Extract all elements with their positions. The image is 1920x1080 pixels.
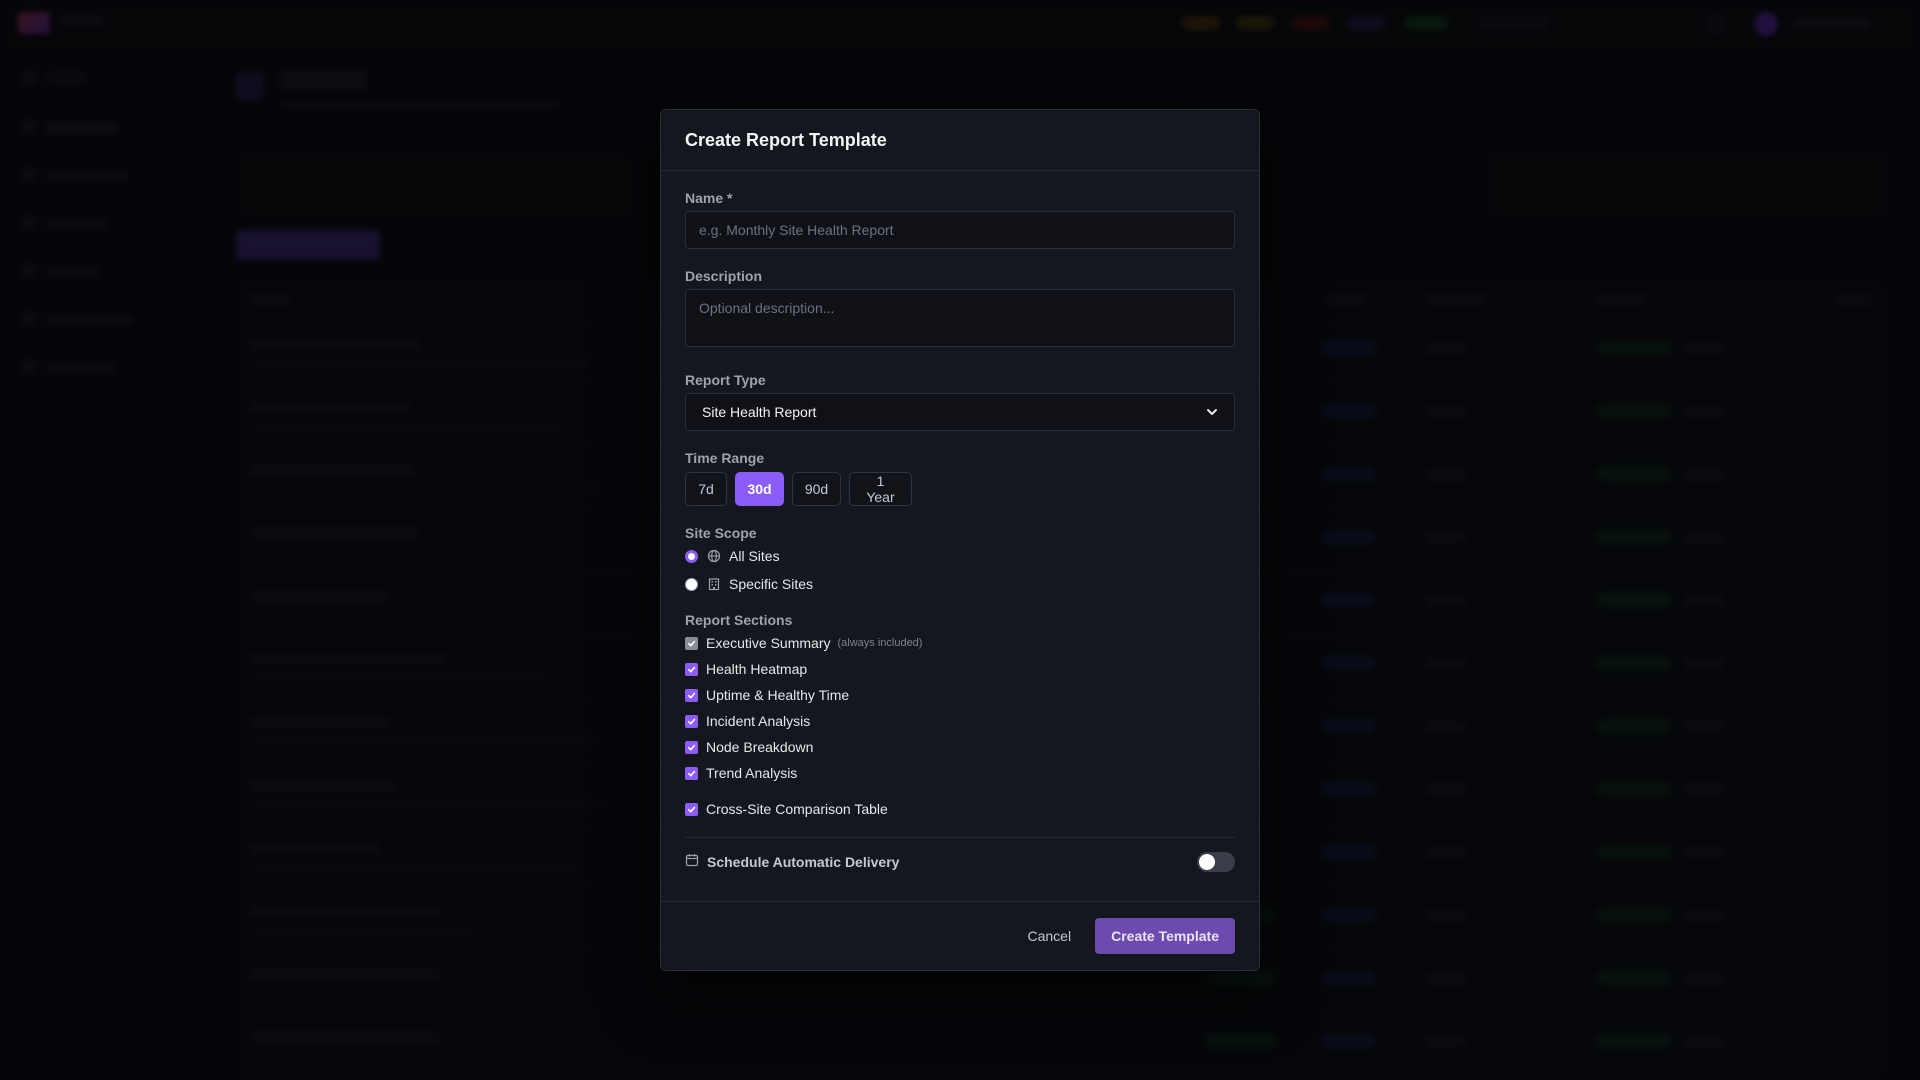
all-sites-radio[interactable] (685, 549, 698, 563)
building-icon (707, 577, 721, 591)
time-range-label: Time Range (685, 450, 765, 466)
chevron-down-icon (1206, 406, 1218, 418)
trend-analysis-label: Trend Analysis (706, 765, 798, 781)
description-textarea[interactable] (685, 289, 1235, 347)
site-scope-label: Site Scope (685, 525, 757, 541)
section-trend-analysis[interactable]: Trend Analysis (685, 763, 797, 783)
specific-sites-label: Specific Sites (729, 576, 814, 592)
node-breakdown-checkbox[interactable] (685, 740, 698, 754)
section-executive-summary: Executive Summary (always included) (685, 633, 922, 653)
cross-site-comparison-checkbox[interactable] (685, 802, 698, 816)
schedule-delivery-toggle[interactable] (1197, 852, 1235, 872)
section-health-heatmap[interactable]: Health Heatmap (685, 659, 807, 679)
incident-analysis-label: Incident Analysis (706, 713, 811, 729)
section-incident-analysis[interactable]: Incident Analysis (685, 711, 810, 731)
section-cross-site-comparison[interactable]: Cross-Site Comparison Table (685, 799, 888, 819)
uptime-healthy-time-checkbox[interactable] (685, 688, 698, 702)
section-divider (685, 837, 1235, 838)
incident-analysis-checkbox[interactable] (685, 714, 698, 728)
create-report-template-dialog: Create Report Template Name * Descriptio… (660, 109, 1260, 971)
name-input[interactable] (685, 211, 1235, 249)
all-sites-label: All Sites (729, 548, 780, 564)
executive-summary-label: Executive Summary (706, 635, 831, 651)
node-breakdown-label: Node Breakdown (706, 739, 814, 755)
description-label: Description (685, 268, 763, 284)
health-heatmap-label: Health Heatmap (706, 661, 808, 677)
cancel-button[interactable]: Cancel (1014, 918, 1086, 954)
executive-summary-checkbox (685, 636, 698, 650)
site-scope-all-sites[interactable]: All Sites (685, 546, 780, 566)
site-scope-specific-sites[interactable]: Specific Sites (685, 574, 813, 594)
time-range-group: 7d 30d 90d 1 Year (685, 472, 912, 506)
health-heatmap-checkbox[interactable] (685, 662, 698, 676)
time-range-7d-button[interactable]: 7d (685, 472, 727, 506)
toggle-knob (1199, 854, 1215, 870)
create-template-button[interactable]: Create Template (1095, 918, 1235, 954)
calendar-icon (685, 853, 699, 872)
globe-icon (707, 549, 721, 563)
trend-analysis-checkbox[interactable] (685, 766, 698, 780)
time-range-1-year-button[interactable]: 1 Year (849, 472, 912, 506)
report-type-selected: Site Health Report (702, 404, 817, 420)
uptime-healthy-time-label: Uptime & Healthy Time (706, 687, 850, 703)
dialog-footer: Cancel Create Template (661, 901, 1259, 970)
section-node-breakdown[interactable]: Node Breakdown (685, 737, 813, 757)
time-range-30d-button[interactable]: 30d (735, 472, 784, 506)
report-type-label: Report Type (685, 372, 766, 388)
report-type-select[interactable]: Site Health Report (685, 393, 1235, 431)
schedule-delivery-label: Schedule Automatic Delivery (707, 854, 900, 870)
report-sections-label: Report Sections (685, 612, 793, 628)
schedule-delivery-labelgroup: Schedule Automatic Delivery (685, 853, 899, 872)
section-uptime-healthy-time[interactable]: Uptime & Healthy Time (685, 685, 849, 705)
time-range-90d-button[interactable]: 90d (792, 472, 841, 506)
dialog-title: Create Report Template (685, 129, 887, 150)
dialog-header: Create Report Template (661, 110, 1259, 171)
schedule-delivery-row: Schedule Automatic Delivery (685, 852, 1235, 872)
name-label: Name * (685, 190, 733, 206)
specific-sites-radio[interactable] (685, 577, 698, 591)
always-included-note: (always included) (837, 637, 923, 649)
cross-site-comparison-label: Cross-Site Comparison Table (706, 801, 888, 817)
